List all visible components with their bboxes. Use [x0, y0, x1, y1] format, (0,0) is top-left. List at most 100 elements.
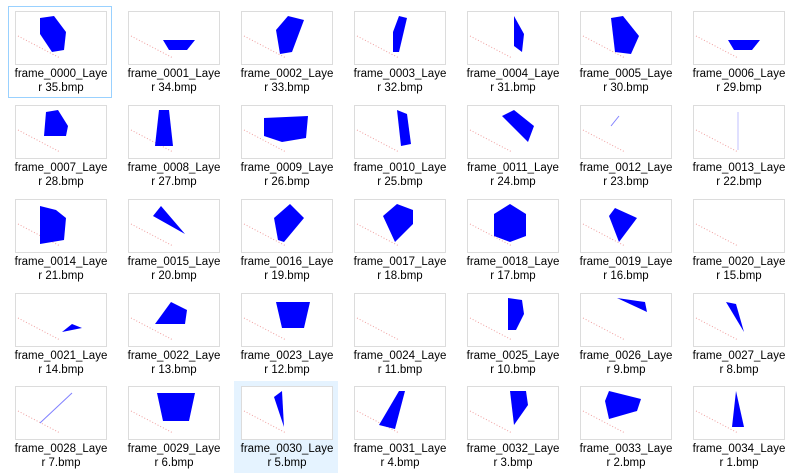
file-thumbnail[interactable] [580, 105, 672, 159]
file-thumbnail[interactable] [15, 11, 107, 65]
file-thumbnail[interactable] [693, 11, 785, 65]
file-thumbnail[interactable] [580, 199, 672, 253]
file-item[interactable]: frame_0012_Laye r 23.bmp [573, 100, 677, 192]
thumbnail-image [582, 391, 641, 434]
file-thumbnail[interactable] [128, 105, 220, 159]
file-item[interactable]: frame_0009_Laye r 26.bmp [234, 100, 338, 192]
file-thumbnail[interactable] [354, 199, 446, 253]
file-thumbnail[interactable] [693, 293, 785, 347]
file-thumbnail[interactable] [128, 199, 220, 253]
thumbnail-image [582, 16, 639, 59]
file-item[interactable]: frame_0008_Laye r 27.bmp [121, 100, 225, 192]
file-item[interactable]: frame_0020_Laye r 15.bmp [686, 194, 790, 286]
file-item[interactable]: frame_0034_Laye r 1.bmp [686, 381, 790, 473]
file-item[interactable]: frame_0003_Laye r 32.bmp [347, 6, 451, 98]
blue-shape [502, 110, 534, 142]
file-item[interactable]: frame_0002_Laye r 33.bmp [234, 6, 338, 98]
file-name-label: frame_0007_Laye r 28.bmp [9, 161, 113, 189]
thumbnail-image [469, 16, 524, 59]
file-name-line2: r 22.bmp [716, 176, 762, 188]
file-thumbnail[interactable] [693, 386, 785, 440]
file-item[interactable]: frame_0000_Laye r 35.bmp [8, 6, 112, 98]
file-thumbnail[interactable] [354, 293, 446, 347]
file-item[interactable]: frame_0010_Laye r 25.bmp [347, 100, 451, 192]
file-name-line1: frame_0000_Laye [14, 68, 108, 80]
file-thumbnail[interactable] [241, 386, 333, 440]
file-name-line2: r 8.bmp [719, 364, 759, 376]
thumbnail-image [17, 206, 66, 247]
file-item[interactable]: frame_0019_Laye r 16.bmp [573, 194, 677, 286]
file-thumbnail[interactable] [467, 293, 559, 347]
file-thumbnail[interactable] [15, 199, 107, 253]
file-item[interactable]: frame_0005_Laye r 30.bmp [573, 6, 677, 98]
file-item[interactable]: frame_0011_Laye r 24.bmp [460, 100, 564, 192]
file-thumbnail[interactable] [128, 11, 220, 65]
file-name-line1: frame_0019_Laye [579, 256, 673, 268]
file-thumbnail[interactable] [693, 105, 785, 159]
file-item[interactable]: frame_0026_Laye r 9.bmp [573, 288, 677, 380]
file-item[interactable]: frame_0017_Laye r 18.bmp [347, 194, 451, 286]
file-item[interactable]: frame_0021_Laye r 14.bmp [8, 288, 112, 380]
file-item[interactable]: frame_0015_Laye r 20.bmp [121, 194, 225, 286]
file-thumbnail[interactable] [467, 199, 559, 253]
file-name-line2: r 34.bmp [151, 82, 197, 94]
file-name-line2: r 6.bmp [154, 457, 194, 469]
file-thumbnail[interactable] [15, 293, 107, 347]
file-thumbnail[interactable] [241, 293, 333, 347]
file-thumbnail[interactable] [580, 293, 672, 347]
blue-shape [62, 324, 82, 332]
file-name-line1: frame_0034_Laye [692, 443, 786, 455]
file-item[interactable]: frame_0025_Laye r 10.bmp [460, 288, 564, 380]
file-thumbnail[interactable] [467, 11, 559, 65]
file-thumbnail[interactable] [467, 386, 559, 440]
thumbnail-image [130, 393, 195, 434]
trail-mark [130, 35, 174, 59]
file-thumbnail[interactable] [354, 11, 446, 65]
file-thumbnail[interactable] [15, 386, 107, 440]
file-name-label: frame_0024_Laye r 11.bmp [348, 349, 452, 377]
file-thumbnail[interactable] [693, 199, 785, 253]
file-item[interactable]: frame_0032_Laye r 3.bmp [460, 381, 564, 473]
file-item[interactable]: frame_0031_Laye r 4.bmp [347, 381, 451, 473]
file-name-label: frame_0020_Laye r 15.bmp [687, 255, 791, 283]
file-thumbnail[interactable] [580, 386, 672, 440]
file-item[interactable]: frame_0030_Laye r 5.bmp [234, 381, 338, 473]
thumbnail-image [356, 317, 400, 341]
trail-mark [469, 410, 513, 434]
file-item[interactable]: frame_0018_Laye r 17.bmp [460, 194, 564, 286]
file-name-label: frame_0034_Laye r 1.bmp [687, 442, 791, 470]
file-thumbnail[interactable] [128, 293, 220, 347]
blue-shape [611, 16, 639, 54]
file-thumbnail[interactable] [241, 105, 333, 159]
file-thumbnail[interactable] [354, 386, 446, 440]
thumbnail-image [17, 110, 68, 153]
file-thumbnail[interactable] [15, 105, 107, 159]
file-item[interactable]: frame_0024_Laye r 11.bmp [347, 288, 451, 380]
file-item[interactable]: frame_0001_Layer 34.bmp [121, 6, 225, 98]
trail-mark [469, 129, 513, 153]
file-thumbnail[interactable] [354, 105, 446, 159]
file-item[interactable]: frame_0013_Laye r 22.bmp [686, 100, 790, 192]
file-item[interactable]: frame_0027_Laye r 8.bmp [686, 288, 790, 380]
file-item[interactable]: frame_0006_Laye r 29.bmp [686, 6, 790, 98]
file-thumbnail[interactable] [128, 386, 220, 440]
file-item[interactable]: frame_0029_Laye r 6.bmp [121, 381, 225, 473]
file-item[interactable]: frame_0007_Laye r 28.bmp [8, 100, 112, 192]
file-name-line1: frame_0001_Laye [127, 68, 221, 80]
file-item[interactable]: frame_0033_Laye r 2.bmp [573, 381, 677, 473]
file-name-line2: r 9.bmp [606, 364, 646, 376]
file-item[interactable]: frame_0023_Laye r 12.bmp [234, 288, 338, 380]
file-item[interactable]: frame_0016_Laye r 19.bmp [234, 194, 338, 286]
blue-shape [40, 206, 66, 244]
file-thumbnail[interactable] [241, 11, 333, 65]
file-item[interactable]: frame_0028_Laye r 7.bmp [8, 381, 112, 473]
file-thumbnail[interactable] [580, 11, 672, 65]
file-item[interactable]: frame_0022_Laye r 13.bmp [121, 288, 225, 380]
file-item[interactable]: frame_0014_Laye r 21.bmp [8, 194, 112, 286]
file-thumbnail[interactable] [467, 105, 559, 159]
file-name-label: frame_0026_Laye r 9.bmp [574, 349, 678, 377]
file-thumbnail[interactable] [241, 199, 333, 253]
file-name-label: frame_0009_Laye r 26.bmp [235, 161, 339, 189]
file-name-label: frame_0013_Laye r 22.bmp [687, 161, 791, 189]
file-item[interactable]: frame_0004_Laye r 31.bmp [460, 6, 564, 98]
